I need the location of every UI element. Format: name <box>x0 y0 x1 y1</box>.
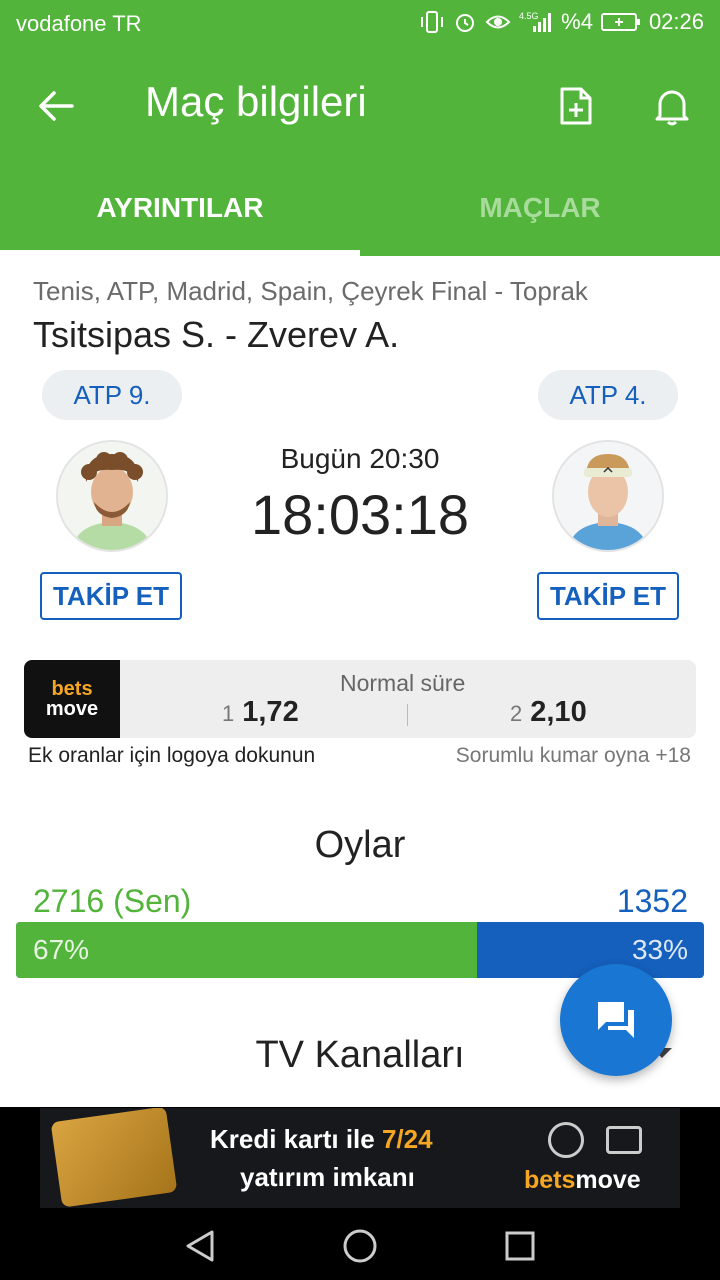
wallet-icon <box>606 1126 642 1154</box>
tab-matches[interactable]: MAÇLAR <box>360 160 720 256</box>
battery-percent: %4 <box>561 9 593 34</box>
odds-divider <box>407 704 408 726</box>
tab-details[interactable]: AYRINTILAR <box>0 160 360 256</box>
status-icons: 4.5G %4 02:26 <box>419 9 704 35</box>
carrier-name: vodafone TR <box>16 11 142 36</box>
follow-player-left-button[interactable]: TAKİP ET <box>40 572 182 620</box>
ad-subline: yatırım imkanı <box>240 1162 415 1192</box>
vibrate-icon <box>419 10 445 34</box>
player-right-rank: ATP 4. <box>538 370 678 420</box>
signal-icon: 4.5G <box>519 10 553 34</box>
bell-icon[interactable] <box>648 82 696 130</box>
ad-headline: Kredi kartı ile 7/24 <box>210 1124 433 1154</box>
vote-left-percent: 67% <box>33 934 90 965</box>
credit-card-image <box>50 1108 178 1208</box>
odds-card[interactable]: bets move Normal süre 1 1,72 2 2,10 <box>24 660 696 738</box>
votes-right-count[interactable]: 1352 <box>617 883 688 920</box>
nav-home-icon[interactable] <box>340 1226 380 1266</box>
match-start-time: Bugün 20:30 <box>280 443 440 474</box>
app-bar: Maç bilgileri <box>0 48 720 160</box>
chat-fab-button[interactable] <box>560 964 672 1076</box>
vote-right-percent: 33% <box>631 934 688 965</box>
back-arrow-icon[interactable] <box>32 82 80 130</box>
betsmove-logo[interactable]: bets move <box>24 660 120 738</box>
odds-period-label: Normal süre <box>340 670 466 696</box>
clock: 02:26 <box>648 9 704 34</box>
tab-bar: AYRINTILAR MAÇLAR <box>0 160 720 256</box>
responsible-gambling-note: Sorumlu kumar oyna +18 <box>455 744 691 767</box>
match-title: Tsitsipas S. - Zverev A. <box>33 314 400 355</box>
status-bar: vodafone TR 4.5G %4 02:26 <box>0 0 720 48</box>
eye-icon <box>485 11 511 33</box>
system-navigation-bar <box>0 1210 720 1280</box>
breadcrumb: Tenis, ATP, Madrid, Spain, Çeyrek Final … <box>33 276 588 306</box>
player-left-rank: ATP 9. <box>42 370 182 420</box>
odds-outcome-1[interactable]: 1 1,72 <box>222 696 299 729</box>
follow-player-right-button[interactable]: TAKİP ET <box>537 572 679 620</box>
odds-hint: Ek oranlar için logoya dokunun <box>28 744 316 767</box>
ad-brand-logo: betsmove <box>524 1166 641 1194</box>
chat-icon <box>598 1002 634 1038</box>
player-left-avatar[interactable] <box>56 440 168 552</box>
add-document-icon[interactable] <box>552 82 600 130</box>
player-right-avatar[interactable] <box>552 440 664 552</box>
page-title: Maç bilgileri <box>145 78 367 125</box>
tab-indicator <box>0 250 360 256</box>
support-24-7-icon <box>548 1122 584 1158</box>
odds-outcome-2[interactable]: 2 2,10 <box>510 696 587 729</box>
alarm-icon <box>453 10 477 34</box>
nav-back-icon[interactable] <box>180 1226 220 1266</box>
svg-text:4.5G: 4.5G <box>519 11 539 21</box>
votes-left-count[interactable]: 2716 (Sen) <box>33 883 191 920</box>
battery-icon <box>600 11 641 33</box>
nav-recent-apps-icon[interactable] <box>500 1226 540 1266</box>
countdown-timer: 18:03:18 <box>251 483 469 546</box>
ad-banner[interactable]: Kredi kartı ile 7/24 yatırım imkanı bets… <box>40 1108 680 1208</box>
votes-title: Oylar <box>314 824 406 866</box>
